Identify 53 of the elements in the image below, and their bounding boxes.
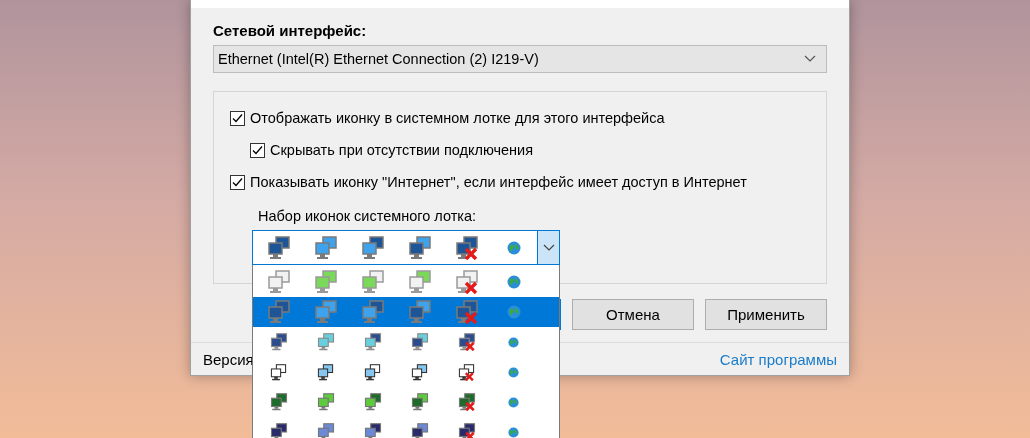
computers-icon	[266, 270, 291, 294]
computers-icon	[313, 235, 338, 260]
computers-disconnected-icon	[454, 270, 479, 294]
computers-icon	[360, 235, 385, 260]
computers-icon	[269, 333, 288, 351]
computers-icon	[270, 363, 287, 381]
globe-icon	[508, 396, 519, 408]
section-label: Сетевой интерфейс:	[213, 22, 368, 40]
computers-icon	[266, 300, 291, 324]
dialog-button[interactable]: Отмена	[572, 299, 694, 330]
computers-icon	[313, 300, 338, 324]
computers-icon	[316, 393, 335, 411]
globe-icon	[506, 275, 521, 289]
checkbox-label: Скрывать при отсутствии подключения	[270, 142, 534, 158]
computers-disconnected-icon	[458, 363, 475, 381]
globe-icon	[506, 240, 521, 255]
version-text: Версия	[203, 350, 254, 368]
computers-icon	[410, 333, 429, 351]
computers-icon	[410, 393, 429, 411]
computers-icon	[360, 270, 385, 294]
globe-icon	[508, 426, 519, 438]
dialog-button[interactable]: Применить	[705, 299, 827, 330]
chevron-down-icon	[804, 55, 816, 63]
computers-disconnected-icon	[454, 235, 479, 260]
globe-icon	[508, 366, 519, 378]
chevron-down-icon	[542, 243, 555, 252]
checkbox-label: Показывать иконку "Интернет", если интерфейс имеет доступ в Интернет	[250, 174, 747, 190]
computers-icon	[317, 363, 334, 381]
computers-icon	[316, 333, 335, 351]
globe-icon	[506, 305, 521, 319]
checkbox-label: Отображать иконку в системном лотке для этого интерфейса	[250, 110, 665, 126]
icon-set-label: Набор иконок системного лотка:	[258, 207, 478, 225]
globe-icon	[508, 336, 519, 348]
computers-icon	[266, 235, 291, 260]
computers-icon	[364, 363, 381, 381]
computers-icon	[363, 393, 382, 411]
website-link[interactable]: Сайт программы	[719, 350, 837, 368]
computers-disconnected-icon	[457, 333, 476, 351]
computers-icon	[269, 393, 288, 411]
computers-icon	[407, 300, 432, 324]
checkbox[interactable]	[230, 174, 245, 190]
computers-disconnected-icon	[454, 300, 479, 324]
computers-icon	[363, 333, 382, 351]
computers-icon	[360, 300, 385, 324]
checkbox[interactable]	[250, 142, 265, 158]
checkbox[interactable]	[230, 110, 245, 126]
computers-disconnected-icon	[457, 393, 476, 411]
computers-icon	[407, 235, 432, 260]
computers-icon	[411, 363, 428, 381]
computers-icon	[407, 270, 432, 294]
computers-icon	[313, 270, 338, 294]
icon-set-dropdown[interactable]	[252, 230, 560, 265]
interface-select[interactable]: Ethernet (Intel(R) Ethernet Connection (2) I219-V)	[213, 45, 827, 73]
